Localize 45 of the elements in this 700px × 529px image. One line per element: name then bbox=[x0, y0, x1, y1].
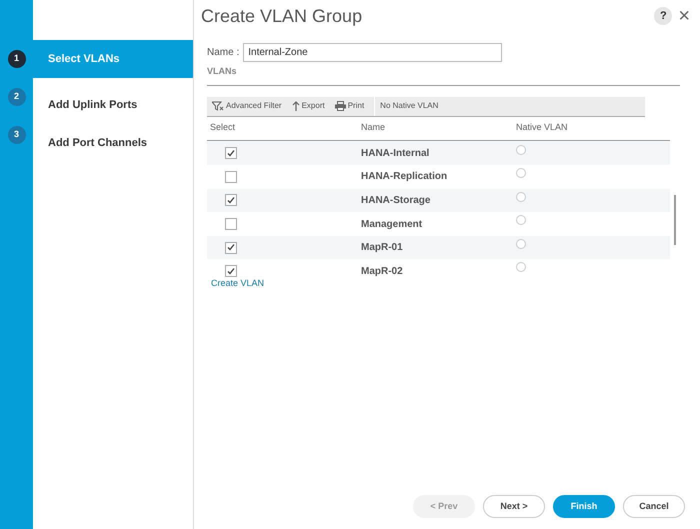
table-row[interactable]: HANA-Internal bbox=[207, 142, 670, 166]
name-input-field[interactable]: Internal-Zone bbox=[243, 43, 502, 62]
step-item[interactable]: Add Port Channels bbox=[33, 124, 193, 162]
native-vlan-radio[interactable] bbox=[516, 192, 526, 202]
toolbar-button[interactable]: Print bbox=[334, 100, 364, 112]
table-row[interactable]: MapR-01 bbox=[207, 236, 670, 260]
toolbar-button[interactable]: Export bbox=[292, 100, 325, 112]
native-vlan-label: No Native VLAN bbox=[374, 96, 438, 116]
vlan-name: HANA-Storage bbox=[361, 194, 432, 208]
help-button[interactable]: ? bbox=[654, 7, 672, 25]
section-title: VLANs bbox=[207, 65, 680, 86]
vlan-name: HANA-Internal bbox=[361, 146, 430, 161]
vlan-name: HANA-Replication bbox=[361, 170, 448, 184]
scrollbar[interactable] bbox=[674, 194, 676, 244]
vlan-name: MapR-01 bbox=[361, 241, 404, 256]
filter-icon bbox=[212, 101, 224, 111]
native-vlan-radio[interactable] bbox=[516, 262, 526, 272]
native-vlan-radio[interactable] bbox=[516, 168, 526, 178]
wizard-button[interactable]: Next > bbox=[483, 495, 545, 518]
table-row[interactable]: HANA-Storage bbox=[207, 188, 670, 212]
row-checkbox[interactable] bbox=[225, 147, 237, 160]
row-checkbox[interactable] bbox=[225, 218, 237, 230]
step-number: 3 bbox=[8, 126, 26, 144]
vlan-name: MapR-02 bbox=[361, 264, 404, 279]
wizard-button[interactable]: Cancel bbox=[623, 495, 685, 518]
toolbar-button[interactable]: Advanced Filter bbox=[212, 100, 282, 112]
native-vlan-radio[interactable] bbox=[516, 238, 526, 249]
arrow-up-icon bbox=[292, 101, 300, 111]
row-checkbox[interactable] bbox=[225, 265, 237, 278]
vlan-name: Management bbox=[361, 218, 424, 232]
step-number: 1 bbox=[8, 50, 26, 68]
column-header: Native VLAN bbox=[516, 121, 568, 134]
native-vlan-radio[interactable] bbox=[516, 215, 526, 226]
row-checkbox[interactable] bbox=[225, 170, 237, 183]
row-checkbox[interactable] bbox=[225, 194, 237, 206]
name-label: Name : bbox=[207, 46, 240, 60]
step-number: 2 bbox=[8, 88, 26, 106]
step-item[interactable]: Add Uplink Ports bbox=[33, 86, 193, 124]
column-header: Name bbox=[361, 121, 386, 134]
printer-icon bbox=[334, 101, 346, 111]
row-checkbox[interactable] bbox=[225, 242, 237, 254]
column-header: Select bbox=[209, 121, 236, 134]
window-title: Create VLAN Group bbox=[201, 4, 362, 28]
close-button[interactable]: × bbox=[678, 6, 690, 26]
native-vlan-radio[interactable] bbox=[516, 144, 526, 154]
